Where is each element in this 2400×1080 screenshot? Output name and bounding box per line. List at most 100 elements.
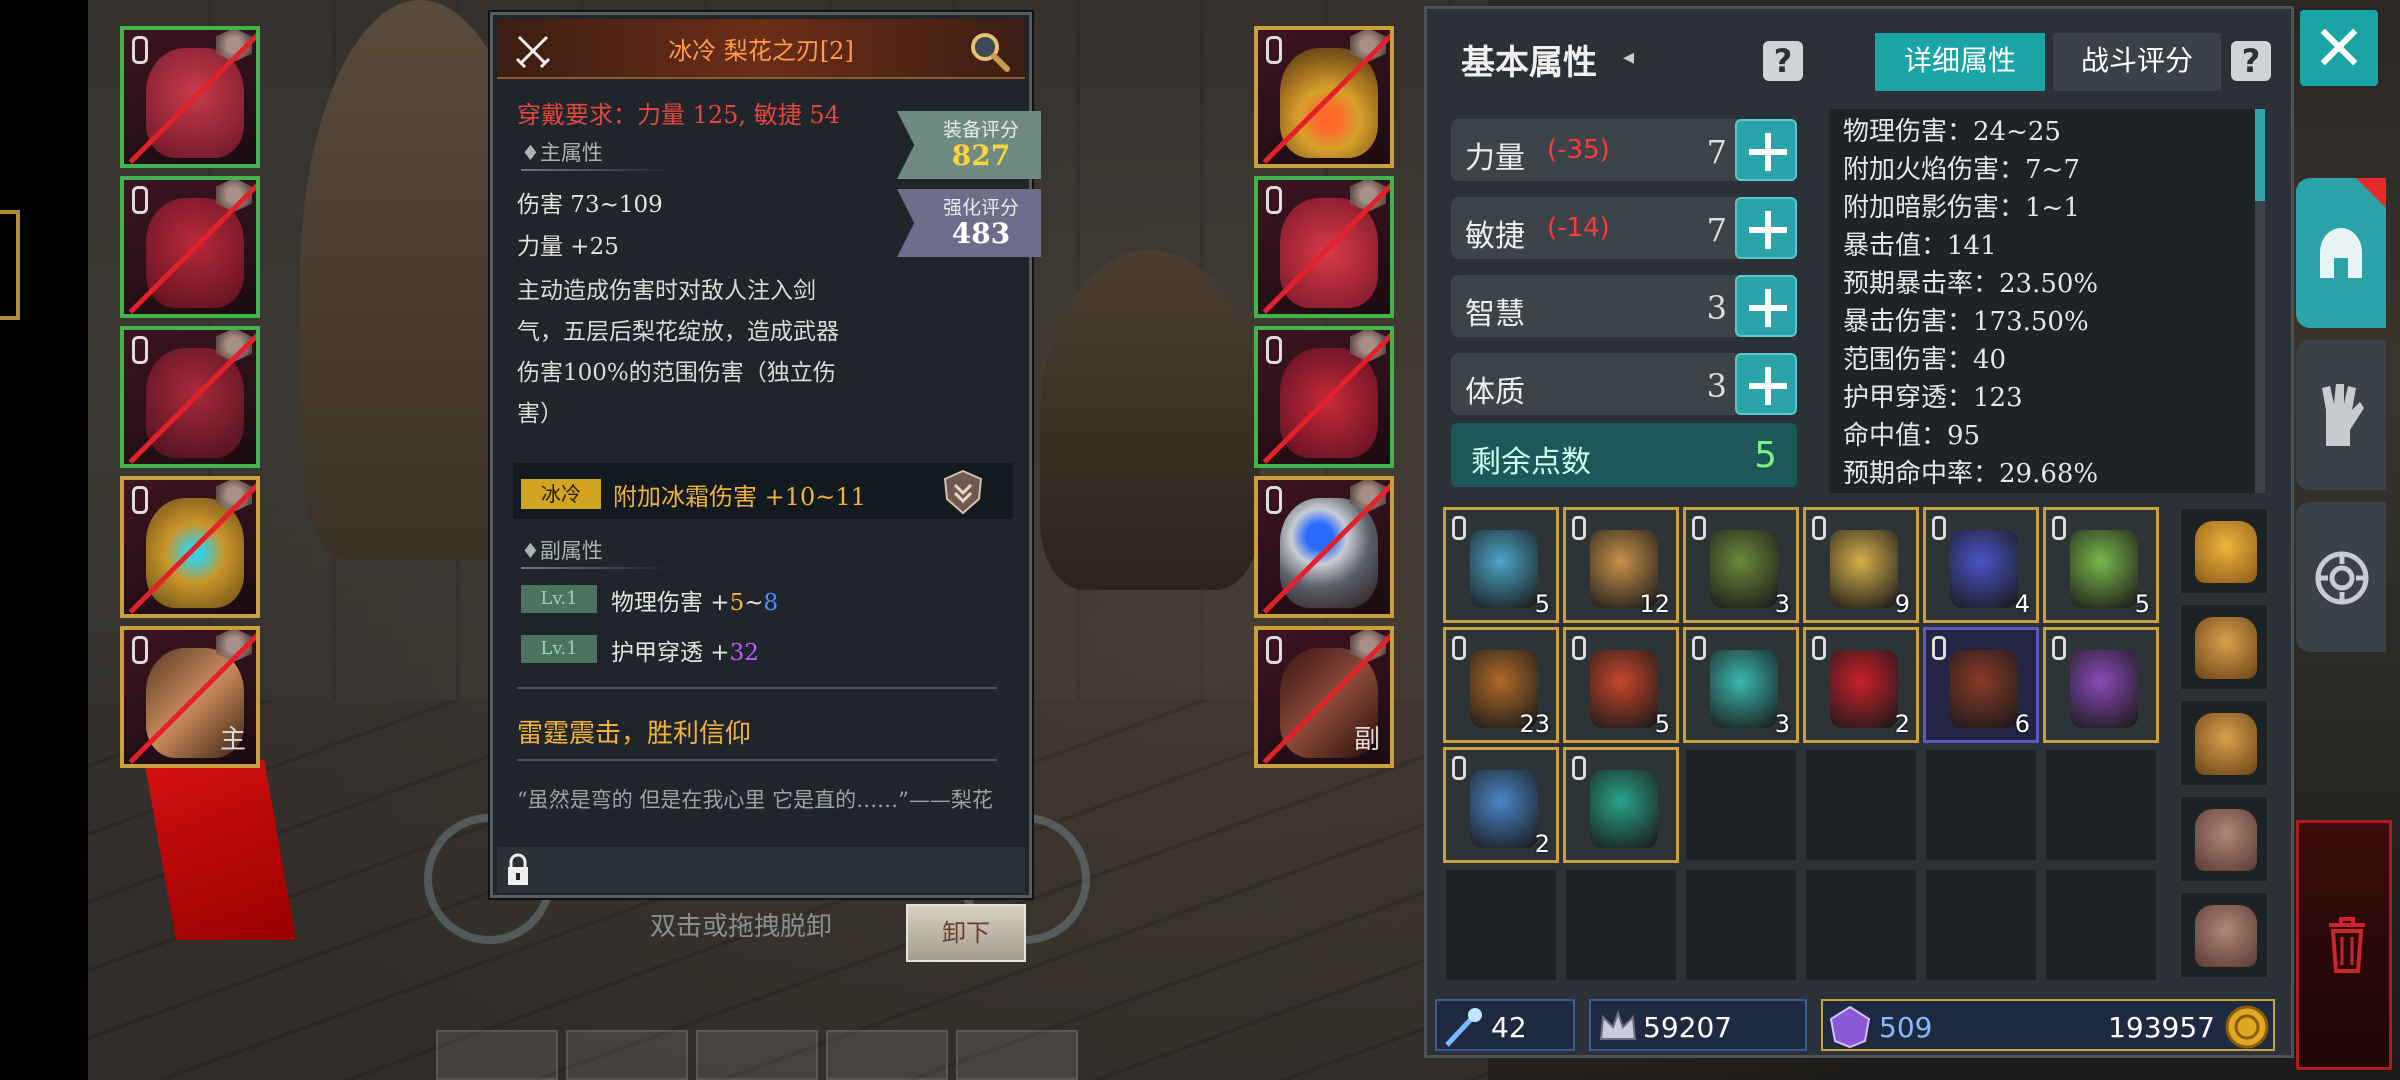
remaining-points-label: 剩余点数 — [1471, 445, 1591, 480]
detail-scrollbar[interactable] — [2255, 109, 2265, 201]
trash-drop-zone[interactable] — [2296, 820, 2392, 1070]
affix-tag: 冰冷 — [521, 479, 601, 509]
tab-combat-score[interactable]: 战斗评分 — [2053, 33, 2221, 91]
tab-detailed-attributes[interactable]: 详细属性 — [1875, 33, 2045, 91]
section-divider — [517, 759, 997, 761]
main-attr-header: ♦主属性 — [521, 141, 603, 165]
stat-row-constitution: 体质 3 — [1451, 353, 1753, 415]
equip-slot-legs[interactable] — [120, 326, 260, 468]
inventory-slot[interactable]: 5 — [1443, 507, 1559, 623]
item-strength: 力量 +25 — [517, 234, 619, 260]
close-button[interactable] — [2300, 10, 2378, 86]
add-wisdom-button[interactable] — [1735, 275, 1797, 337]
section-divider — [521, 169, 671, 171]
red-envelope-icon — [1830, 650, 1898, 728]
chain-lock-icon — [1266, 486, 1282, 514]
lock-icon[interactable] — [505, 853, 531, 887]
empty-inventory-slot[interactable] — [1563, 867, 1679, 983]
sub-attr-header: ♦副属性 — [521, 539, 603, 563]
chain-lock-icon — [1266, 186, 1282, 214]
equip-score-ribbon: 装备评分 827 — [897, 111, 1041, 179]
gem-gold-counter: 509 193957 — [1821, 999, 2275, 1051]
equip-score-value: 827 — [951, 139, 1011, 172]
empty-inventory-slot[interactable] — [1803, 867, 1919, 983]
inventory-slot[interactable]: 6 — [1923, 627, 2039, 743]
empty-inventory-slot[interactable] — [1803, 747, 1919, 863]
equip-slot-helmet[interactable] — [120, 26, 260, 168]
inventory-slot[interactable]: 5 — [2043, 507, 2159, 623]
inventory-slot[interactable]: 3 — [1683, 507, 1799, 623]
bag-slot[interactable] — [2179, 507, 2269, 595]
inventory-slot[interactable]: 23 — [1443, 627, 1559, 743]
equip-slot-boots[interactable] — [1254, 326, 1394, 468]
left-letterbox — [0, 0, 88, 1080]
inventory-slot[interactable]: 4 — [1923, 507, 2039, 623]
magnify-icon[interactable] — [967, 29, 1011, 73]
stat-name: 力量 — [1465, 141, 1525, 176]
left-edge-hexagon — [0, 210, 20, 320]
detail-attributes-list[interactable]: 物理伤害：24~25 附加火焰伤害：7~7 附加暗影伤害：1~1 暴击值：141… — [1829, 109, 2259, 493]
main-hand-mark: 主 — [219, 725, 246, 755]
empty-inventory-slot[interactable] — [1923, 747, 2039, 863]
chain-lock-icon — [1572, 636, 1586, 660]
bottom-tab — [436, 1030, 558, 1080]
bottom-tab — [566, 1030, 688, 1080]
chain-lock-icon — [1452, 636, 1466, 660]
detail-line: 附加火焰伤害：7~7 — [1843, 155, 2080, 185]
stat-name: 体质 — [1465, 375, 1525, 410]
unequip-button[interactable]: 卸下 — [906, 904, 1026, 962]
gold-coin-icon — [2225, 1005, 2269, 1049]
bag-slot[interactable] — [2179, 795, 2269, 883]
sub-attr-level: Lv.1 — [521, 635, 597, 663]
chain-lock-icon — [1572, 516, 1586, 540]
inventory-slot[interactable]: 2 — [1803, 627, 1919, 743]
empty-inventory-slot[interactable] — [1443, 867, 1559, 983]
side-tab-weapons[interactable] — [2296, 340, 2386, 490]
inventory-slot[interactable]: 3 — [1683, 627, 1799, 743]
item-count: 3 — [1774, 710, 1790, 738]
basic-attributes-title: 基本属性 — [1461, 43, 1597, 83]
off-hand-mark: 副 — [1353, 725, 1380, 755]
empty-inventory-slot[interactable] — [1923, 867, 2039, 983]
detail-line: 暴击伤害：173.50% — [1843, 307, 2089, 337]
stat-row-wisdom: 智慧 3 — [1451, 275, 1753, 337]
item-count: 5 — [1534, 590, 1550, 618]
tooltip-footer — [497, 847, 1025, 893]
bag-slot[interactable] — [2179, 699, 2269, 787]
help-icon[interactable]: ? — [2231, 41, 2271, 81]
add-constitution-button[interactable] — [1735, 353, 1797, 415]
inventory-slot[interactable]: 2 — [1443, 747, 1559, 863]
silver-value: 59207 — [1643, 1011, 1733, 1044]
equip-slot-ring[interactable] — [1254, 476, 1394, 618]
side-tab-target[interactable] — [2296, 502, 2386, 652]
bag-slot[interactable] — [2179, 891, 2269, 979]
add-strength-button[interactable] — [1735, 119, 1797, 181]
empty-inventory-slot[interactable] — [2043, 867, 2159, 983]
stat-delta: (-35) — [1547, 135, 1610, 165]
empty-inventory-slot[interactable] — [1683, 867, 1799, 983]
equip-slot-offhand[interactable]: 副 — [1254, 626, 1394, 768]
chain-lock-icon — [1266, 36, 1282, 64]
equip-slot-necklace[interactable] — [1254, 26, 1394, 168]
equip-slot-gloves[interactable] — [1254, 176, 1394, 318]
add-agility-button[interactable] — [1735, 197, 1797, 259]
stat-delta: (-14) — [1547, 213, 1610, 243]
stat-name: 敏捷 — [1465, 219, 1525, 254]
equip-slot-chest[interactable] — [120, 176, 260, 318]
inventory-slot[interactable]: 12 — [1563, 507, 1679, 623]
bag-slot[interactable] — [2179, 603, 2269, 691]
empty-inventory-slot[interactable] — [1683, 747, 1799, 863]
help-icon[interactable]: ? — [1763, 41, 1803, 81]
empty-inventory-slot[interactable] — [2043, 747, 2159, 863]
side-tab-equipment[interactable] — [2296, 178, 2386, 328]
inventory-slot[interactable]: 9 — [1803, 507, 1919, 623]
inventory-slot[interactable] — [1563, 747, 1679, 863]
section-divider — [517, 687, 997, 689]
detail-line: 范围伤害：40 — [1843, 345, 2007, 375]
item-count: 2 — [1894, 710, 1910, 738]
inventory-slot[interactable] — [2043, 627, 2159, 743]
equip-slot-main-weapon[interactable]: 主 — [120, 626, 260, 768]
inventory-slot[interactable]: 5 — [1563, 627, 1679, 743]
shield-icon[interactable] — [941, 469, 985, 515]
equip-slot-accessory[interactable] — [120, 476, 260, 618]
